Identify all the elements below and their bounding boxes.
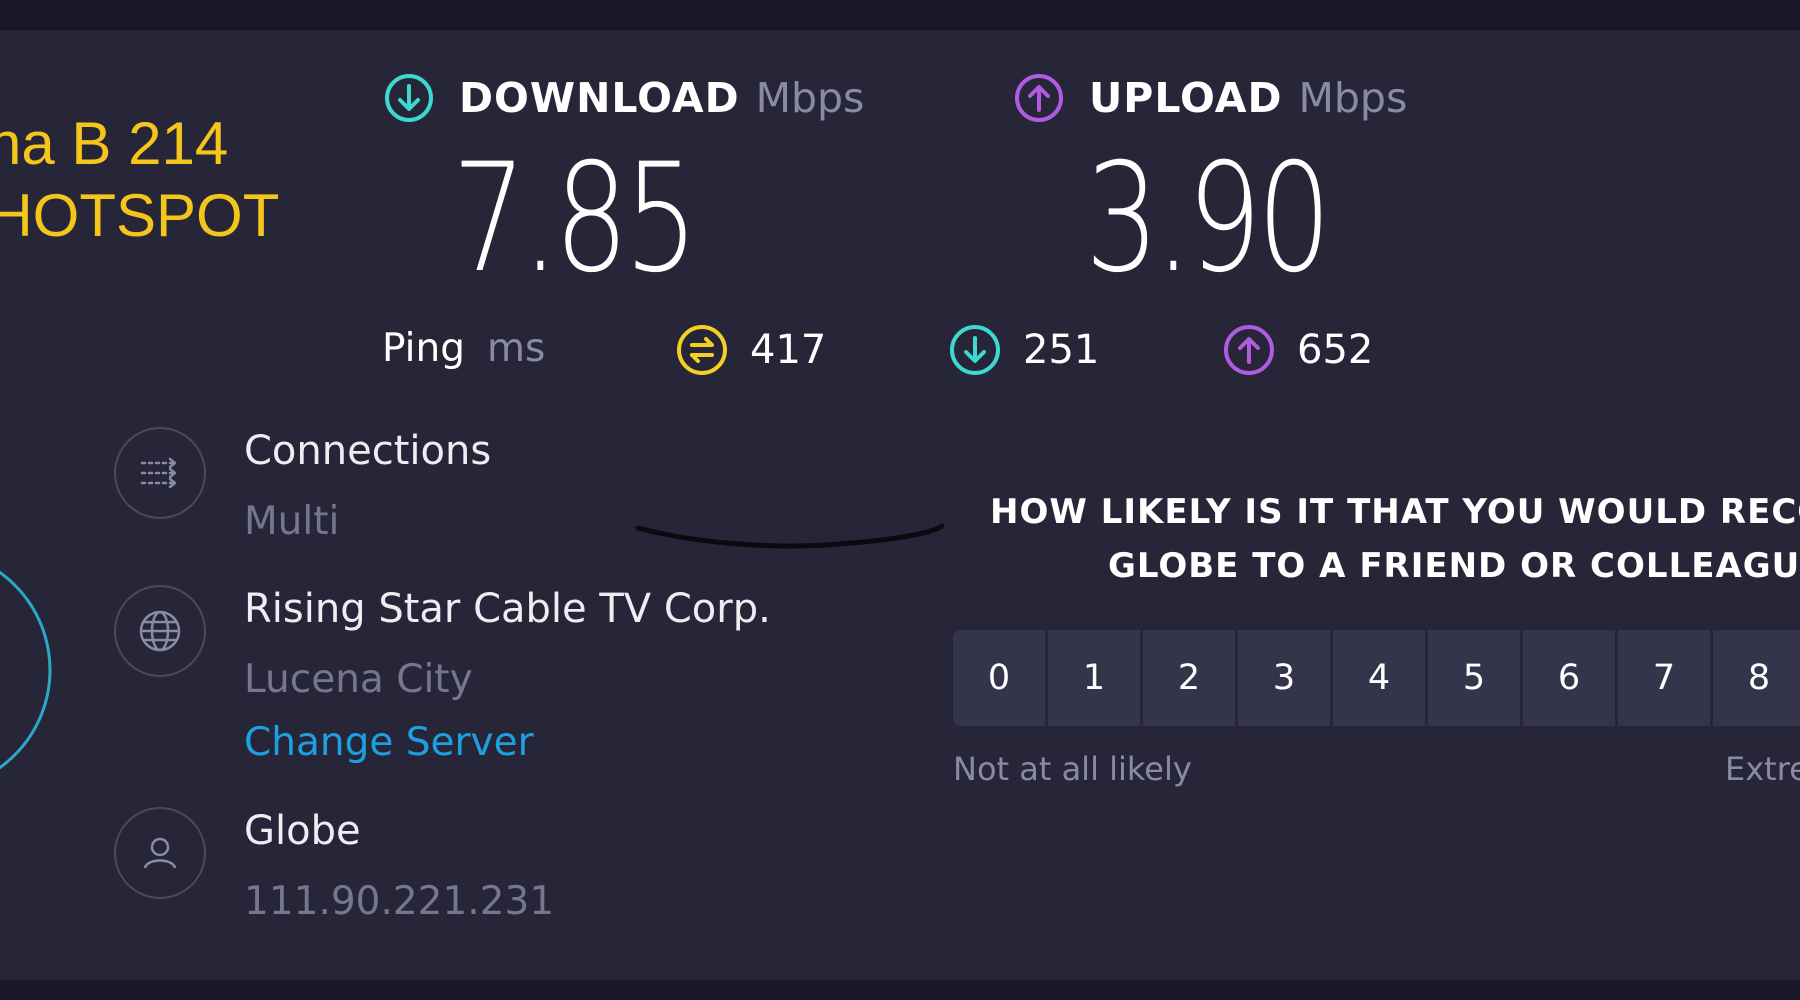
globe-icon [139, 610, 181, 652]
survey-question-line1: HOW LIKELY IS IT THAT YOU WOULD RECO [990, 492, 1800, 532]
download-header: DOWNLOAD Mbps [383, 72, 864, 124]
scale-option-2[interactable]: 2 [1143, 630, 1235, 726]
server-location: Lucena City [244, 657, 473, 702]
top-border [0, 0, 1800, 30]
upload-arrow-icon [1015, 74, 1063, 122]
scale-option-6[interactable]: 6 [1523, 630, 1615, 726]
scale-option-1[interactable]: 1 [1048, 630, 1140, 726]
overlay-caption-line2: I HOTSPOT [0, 186, 279, 246]
provider-text: Globe 111.90.221.231 [244, 807, 554, 926]
survey-scale: 0 1 2 3 4 5 6 7 8 [953, 630, 1800, 726]
provider-name: Globe [244, 808, 361, 854]
connections-value: Multi [244, 499, 340, 544]
server-row: Rising Star Cable TV Corp. Lucena City C… [114, 585, 771, 767]
connections-label: Connections [244, 428, 492, 474]
connections-row[interactable]: Connections Multi [114, 427, 491, 546]
scale-option-3[interactable]: 3 [1238, 630, 1330, 726]
ping-download: 251 [947, 322, 1099, 378]
server-text: Rising Star Cable TV Corp. Lucena City C… [244, 585, 771, 767]
connections-icon [140, 457, 177, 489]
ping-idle-value: 417 [750, 327, 827, 373]
overlay-caption-text: HOTSPOT [0, 182, 280, 249]
download-latency-icon [950, 325, 1000, 375]
connections-icon-ring [114, 427, 206, 519]
scale-option-5[interactable]: 5 [1428, 630, 1520, 726]
provider-ip: 111.90.221.231 [244, 879, 555, 924]
idle-latency-icon [677, 325, 727, 375]
scale-low-label: Not at all likely [953, 750, 1192, 788]
ping-unit: ms [486, 326, 546, 371]
ping-upload: 652 [1221, 322, 1373, 378]
scribble-mark [635, 523, 945, 549]
survey-question-line2: GLOBE TO A FRIEND OR COLLEAGU [1108, 546, 1800, 586]
upload-label: UPLOAD [1089, 74, 1283, 122]
scale-option-7[interactable]: 7 [1618, 630, 1710, 726]
connections-text: Connections Multi [244, 427, 491, 546]
upload-speed-value: 3.90 [1085, 132, 1331, 306]
user-icon [143, 837, 177, 869]
server-icon-ring [114, 585, 206, 677]
scale-option-0[interactable]: 0 [953, 630, 1045, 726]
upload-latency-icon [1224, 325, 1274, 375]
server-name: Rising Star Cable TV Corp. [244, 586, 771, 632]
ping-header: Ping ms [382, 326, 545, 371]
overlay-caption-line1: na B 214 [0, 110, 229, 177]
speedtest-result-screen: na B 214 I HOTSPOT DOWNLOAD Mbps 7.85 UP… [0, 30, 1800, 980]
change-server-link[interactable]: Change Server [244, 720, 771, 767]
provider-icon-ring [114, 807, 206, 899]
survey-question: HOW LIKELY IS IT THAT YOU WOULD RECO GLO… [970, 485, 1800, 593]
ping-upload-value: 652 [1297, 327, 1374, 373]
scale-option-4[interactable]: 4 [1333, 630, 1425, 726]
scale-high-label: Extre [1725, 750, 1800, 788]
download-unit: Mbps [755, 74, 865, 122]
ping-download-value: 251 [1023, 327, 1100, 373]
bottom-border [0, 980, 1800, 1000]
download-speed-value: 7.85 [452, 132, 698, 306]
ping-label: Ping [382, 326, 465, 371]
download-label: DOWNLOAD [459, 74, 740, 122]
download-arrow-icon [385, 74, 433, 122]
upload-header: UPLOAD Mbps [1013, 72, 1407, 124]
ping-idle: 417 [674, 322, 826, 378]
speed-gauge-ring [0, 570, 52, 770]
upload-unit: Mbps [1298, 74, 1408, 122]
provider-row: Globe 111.90.221.231 [114, 807, 554, 926]
scale-option-8[interactable]: 8 [1713, 630, 1800, 726]
